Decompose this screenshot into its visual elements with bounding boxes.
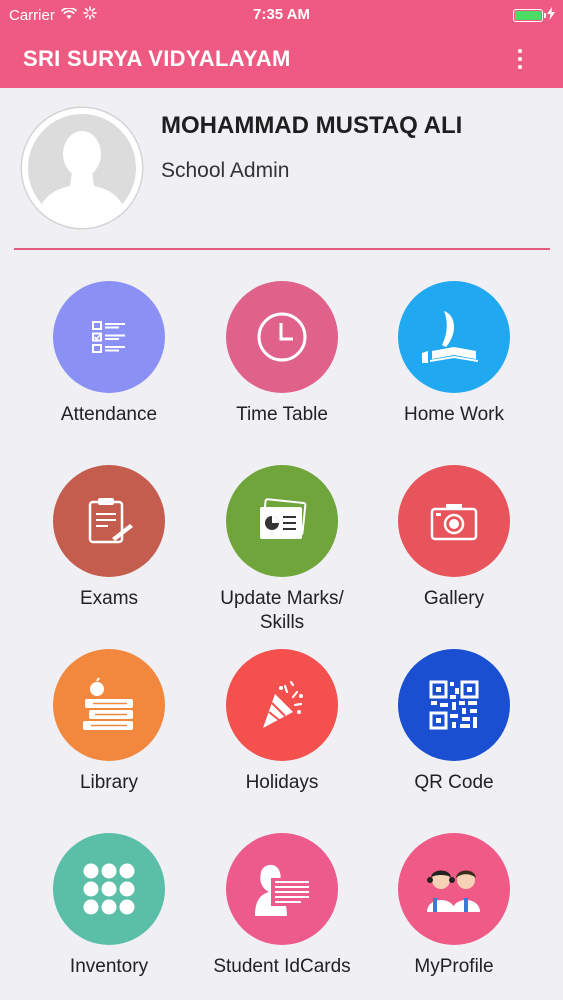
menu-label: Home Work [404,404,504,425]
menu-label: Library [79,772,139,793]
menu-tile-qr-code[interactable]: QR Code [369,649,539,795]
app-bar: SRI SURYA VIDYALAYAM [0,30,563,88]
menu-tile-holidays[interactable]: Holidays [197,649,367,795]
menu-label: Exams [79,588,139,609]
menu-label: Update Marks/ Skills [220,588,344,633]
book-quill-icon [398,281,510,393]
menu-label: QR Code [414,772,494,793]
dots-grid-icon [53,833,165,945]
menu-label: Time Table [236,404,328,425]
menu-tile-update-marks[interactable]: Update Marks/ Skills [197,465,367,635]
clock-icon [226,281,338,393]
menu-tile-student-idcards[interactable]: Student IdCards [197,833,367,979]
menu-tile-library[interactable]: Library [24,649,194,795]
person-silhouette-icon [28,114,136,222]
menu-label: Inventory [69,956,149,977]
app-title: SRI SURYA VIDYALAYAM [23,46,291,71]
menu-tile-gallery[interactable]: Gallery [369,465,539,611]
more-vert-icon [518,49,522,53]
menu-tile-time-table[interactable]: Time Table [197,281,367,427]
profile-name: MOHAMMAD MUSTAQ ALI [161,112,463,139]
status-right [513,7,555,24]
divider [14,248,550,250]
battery-icon [513,9,546,22]
menu-label: Student IdCards [213,956,351,977]
charging-bolt-icon [547,7,555,24]
profile-role: School Admin [161,159,290,182]
report-card-icon [226,465,338,577]
qr-code-icon [398,649,510,761]
clock: 7:35 AM [253,6,310,23]
menu-tile-myprofile[interactable]: MyProfile [369,833,539,979]
menu-label: Gallery [423,588,485,609]
menu-tile-attendance[interactable]: Attendance [24,281,194,427]
menu-tile-inventory[interactable]: Inventory [24,833,194,979]
party-popper-icon [226,649,338,761]
camera-icon [398,465,510,577]
menu-tile-home-work[interactable]: Home Work [369,281,539,427]
menu-label: Attendance [60,404,158,425]
checklist-icon [53,281,165,393]
id-card-icon [226,833,338,945]
status-bar: Carrier 7:35 AM [0,0,563,30]
students-icon [398,833,510,945]
clipboard-icon [53,465,165,577]
overflow-menu-button[interactable] [505,44,535,74]
books-apple-icon [53,649,165,761]
menu-label: Holidays [245,772,319,793]
menu-tile-exams[interactable]: Exams [24,465,194,611]
avatar[interactable] [22,108,142,228]
menu-label: MyProfile [414,956,494,977]
